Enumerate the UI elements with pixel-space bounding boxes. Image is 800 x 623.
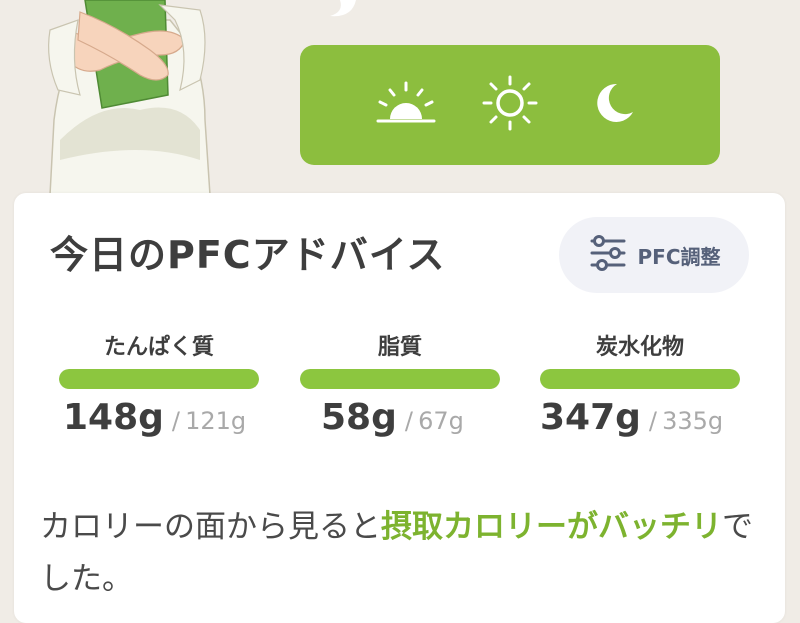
nutrient-actual: 148g [63,397,164,438]
pfc-adjust-button[interactable]: PFC調整 [559,217,749,293]
advice-text: カロリーの面から見ると摂取カロリーがバッチリでした。 [40,501,760,605]
sun-icon [481,74,539,136]
nutrient-summary: たんぱく質 148g/ 121g 脂質 58g/ 67g 炭水化物 347g /… [14,333,785,453]
nutrient-progress-bar [300,369,500,389]
sliders-icon [588,233,628,277]
nutrient-actual: 347g [540,397,641,438]
card-title: 今日のPFCアドバイス [50,233,446,277]
nutrient-progress-fill [59,369,259,389]
nutrient-target: 335g [662,407,724,435]
nutrient-target: 121g [185,407,247,435]
time-of-day-selector [300,45,720,165]
nutrient-separator: / [171,407,181,435]
nutrient-progress-bar [540,369,740,389]
nutrient-progress-fill [540,369,740,389]
nutrient-label: たんぱく質 [103,335,214,360]
nutrient-progress-bar [59,369,259,389]
nutrient-progress-fill [300,369,500,389]
morning-button[interactable] [374,73,438,137]
moon-icon [591,80,637,130]
sunrise-icon [376,81,436,129]
character-illustration [40,0,220,196]
nutrient-label: 炭水化物 [595,335,684,360]
nutrient-actual: 58g [321,397,397,438]
nutrient-target: 67g [418,407,464,435]
nutrient-carbohydrate: 炭水化物 347g/ 335g [540,333,740,438]
pfc-adjust-label: PFC調整 [637,244,721,269]
pfc-advice-card: 今日のPFCアドバイス PFC調整 たんぱく質 148g / 121g 脂質 5… [14,193,785,623]
advice-highlight: 摂取カロリーがバッチリ [381,509,722,545]
night-button[interactable] [582,73,646,137]
nutrient-label: 脂質 [377,335,422,360]
nutrient-separator: / [404,407,413,435]
nutrient-fat: 脂質 58g/ 67g [300,333,500,438]
nutrient-separator: / [648,407,658,435]
nutrient-protein: たんぱく質 148g/ 121g [59,333,259,438]
moon-swoosh-decoration [322,0,372,20]
advice-prefix: カロリーの面から見ると [40,509,381,545]
noon-button[interactable] [478,73,542,137]
